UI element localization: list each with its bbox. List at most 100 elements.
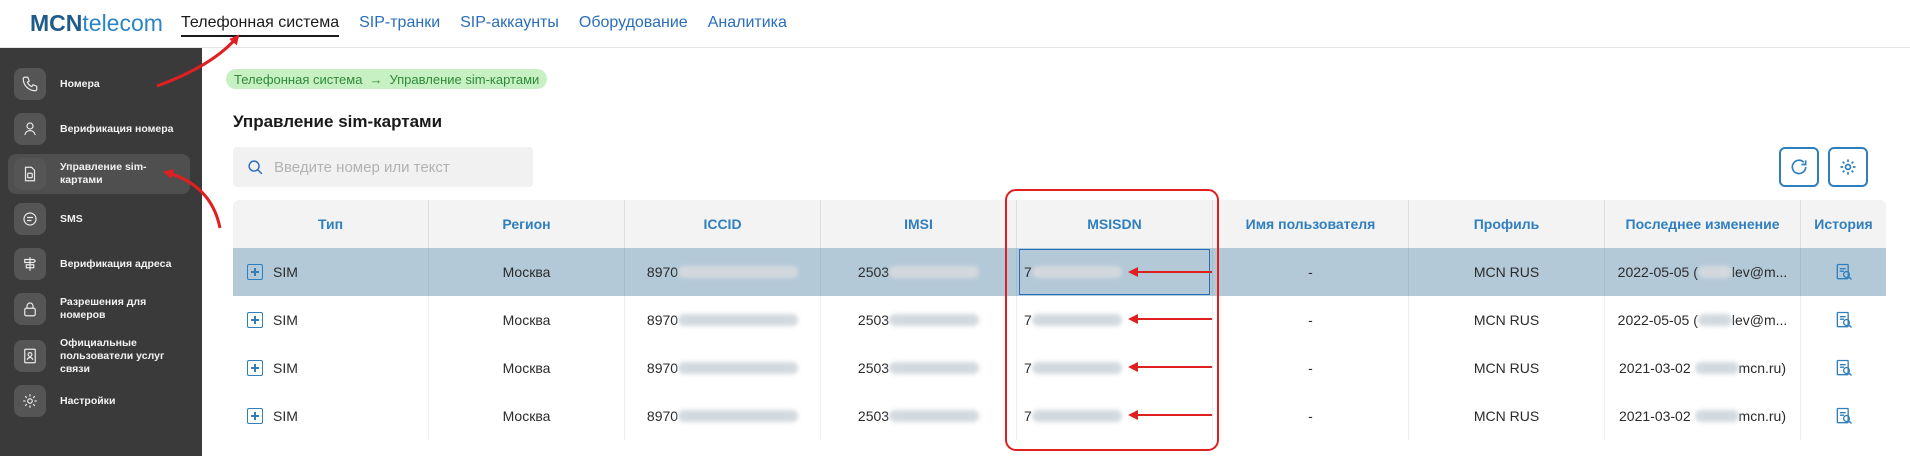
type-value: SIM — [273, 264, 298, 280]
history-icon[interactable] — [1834, 358, 1854, 378]
cell-msisdn[interactable]: 7 — [1017, 248, 1213, 296]
tab-telephony[interactable]: Телефонная система — [181, 14, 340, 37]
table-row[interactable]: SIM Москва 8970 2503 7 - MCN RUS 2022-05… — [233, 248, 1886, 296]
refresh-button[interactable] — [1779, 147, 1819, 187]
logo-part1: MCN — [30, 10, 83, 36]
column-header[interactable]: Тип — [233, 200, 429, 248]
last-change-date: 2022-05-05 — [1617, 264, 1690, 280]
last-change-date: 2022-05-05 — [1617, 312, 1690, 328]
column-header[interactable]: Профиль — [1409, 200, 1605, 248]
redacted-block — [1031, 362, 1122, 374]
cell-type: SIM — [233, 344, 429, 392]
column-header[interactable]: MSISDN — [1017, 200, 1213, 248]
column-header[interactable]: Имя пользователя — [1213, 200, 1409, 248]
column-header[interactable]: IMSI — [821, 200, 1017, 248]
msisdn-value: 7 — [1024, 408, 1032, 424]
sidebar-item-address-verification[interactable]: Верификация адреса — [8, 244, 190, 284]
cell-type: SIM — [233, 392, 429, 440]
expand-icon[interactable] — [247, 360, 263, 376]
sidebar-item-settings[interactable]: Настройки — [8, 381, 190, 421]
table-row[interactable]: SIM Москва 8970 2503 7 - MCN RUS 2022-05… — [233, 296, 1886, 344]
history-icon[interactable] — [1834, 406, 1854, 426]
cell-username: - — [1213, 248, 1409, 296]
redacted-block — [678, 410, 799, 422]
table-row[interactable]: SIM Москва 8970 2503 7 - MCN RUS 2021-03… — [233, 344, 1886, 392]
cell-username: - — [1213, 344, 1409, 392]
redacted-block — [1697, 266, 1732, 278]
msisdn-value: 7 — [1024, 312, 1032, 328]
column-header[interactable]: ICCID — [625, 200, 821, 248]
logo[interactable]: MCNtelecom — [30, 10, 163, 37]
redacted-block — [1694, 362, 1739, 374]
cell-imsi: 2503 — [821, 248, 1017, 296]
sidebar-item-sms[interactable]: SMS — [8, 199, 190, 239]
cell-iccid: 8970 — [625, 344, 821, 392]
logo-part2: telecom — [82, 10, 163, 36]
cell-msisdn[interactable]: 7 — [1017, 344, 1213, 392]
cell-msisdn[interactable]: 7 — [1017, 392, 1213, 440]
history-icon[interactable] — [1834, 310, 1854, 330]
imsi-value: 2503 — [857, 264, 890, 280]
column-header[interactable]: Последнее изменение — [1605, 200, 1801, 248]
cell-username: - — [1213, 296, 1409, 344]
cell-last-change: 2021-03-02 mcn.ru) — [1605, 344, 1801, 392]
cell-profile: MCN RUS — [1409, 248, 1605, 296]
tab-sip-accounts[interactable]: SIP-аккаунты — [460, 14, 559, 37]
tab-equipment[interactable]: Оборудование — [579, 14, 688, 37]
search-box — [233, 147, 533, 187]
iccid-value: 8970 — [646, 360, 679, 376]
cell-username: - — [1213, 392, 1409, 440]
history-icon[interactable] — [1834, 262, 1854, 282]
table-row[interactable]: SIM Москва 8970 2503 7 - MCN RUS 2021-03… — [233, 392, 1886, 440]
search-input[interactable] — [274, 158, 524, 176]
expand-icon[interactable] — [247, 312, 263, 328]
sidebar-item-number-verification[interactable]: Верификация номера — [8, 109, 190, 149]
sidebar-item-label: Управление sim-картами — [60, 161, 147, 186]
tab-sip-trunks[interactable]: SIP-транки — [359, 14, 440, 37]
gear-icon — [1840, 159, 1856, 175]
column-header[interactable]: Регион — [429, 200, 625, 248]
cell-msisdn[interactable]: 7 — [1017, 296, 1213, 344]
redacted-block — [1694, 410, 1739, 422]
iccid-value: 8970 — [646, 264, 679, 280]
expand-icon[interactable] — [247, 408, 263, 424]
breadcrumb-arrow-icon: → — [369, 71, 383, 87]
cell-history — [1801, 344, 1886, 392]
gear-icon — [14, 385, 46, 417]
cell-history — [1801, 248, 1886, 296]
refresh-icon — [1791, 159, 1807, 175]
iccid-value: 8970 — [646, 408, 679, 424]
breadcrumb: Телефонная система → Управление sim-карт… — [226, 69, 548, 89]
cell-last-change: 2022-05-05 (lev@m... — [1605, 248, 1801, 296]
cell-iccid: 8970 — [625, 392, 821, 440]
sidebar-item-numbers[interactable]: Номера — [8, 64, 190, 104]
breadcrumb-current: Управление sim-картами — [389, 71, 540, 87]
imsi-value: 2503 — [857, 408, 890, 424]
last-change-user: mcn.ru) — [1738, 360, 1786, 376]
users-document-icon — [14, 340, 46, 372]
type-value: SIM — [273, 312, 298, 328]
redacted-block — [678, 266, 799, 278]
settings-button[interactable] — [1828, 147, 1868, 187]
sidebar-item-sim-management[interactable]: Управление sim-картами — [8, 154, 190, 194]
breadcrumb-root[interactable]: Телефонная система — [234, 72, 362, 87]
sidebar-item-label: Верификация адреса — [60, 257, 172, 270]
cell-imsi: 2503 — [821, 296, 1017, 344]
cell-profile: MCN RUS — [1409, 392, 1605, 440]
sidebar-item-label: Разрешения для номеров — [60, 296, 147, 321]
sidebar-item-official-users[interactable]: Официальные пользователи услуг связи — [8, 331, 190, 381]
phone-icon — [14, 68, 46, 100]
redacted-block — [1697, 314, 1732, 326]
tab-analytics[interactable]: Аналитика — [708, 14, 787, 37]
sim-table: Тип Регион ICCID IMSI MSISDN Имя пользов… — [233, 200, 1886, 440]
cell-type: SIM — [233, 296, 429, 344]
expand-icon[interactable] — [247, 264, 263, 280]
cell-last-change: 2021-03-02 mcn.ru) — [1605, 392, 1801, 440]
redacted-block — [678, 314, 799, 326]
sidebar-item-number-permissions[interactable]: Разрешения для номеров — [8, 289, 190, 329]
cell-profile: MCN RUS — [1409, 296, 1605, 344]
last-change-date: 2021-03-02 — [1619, 360, 1691, 376]
cell-imsi: 2503 — [821, 392, 1017, 440]
sidebar-item-label: Официальные пользователи услуг связи — [60, 336, 165, 375]
type-value: SIM — [273, 360, 298, 376]
